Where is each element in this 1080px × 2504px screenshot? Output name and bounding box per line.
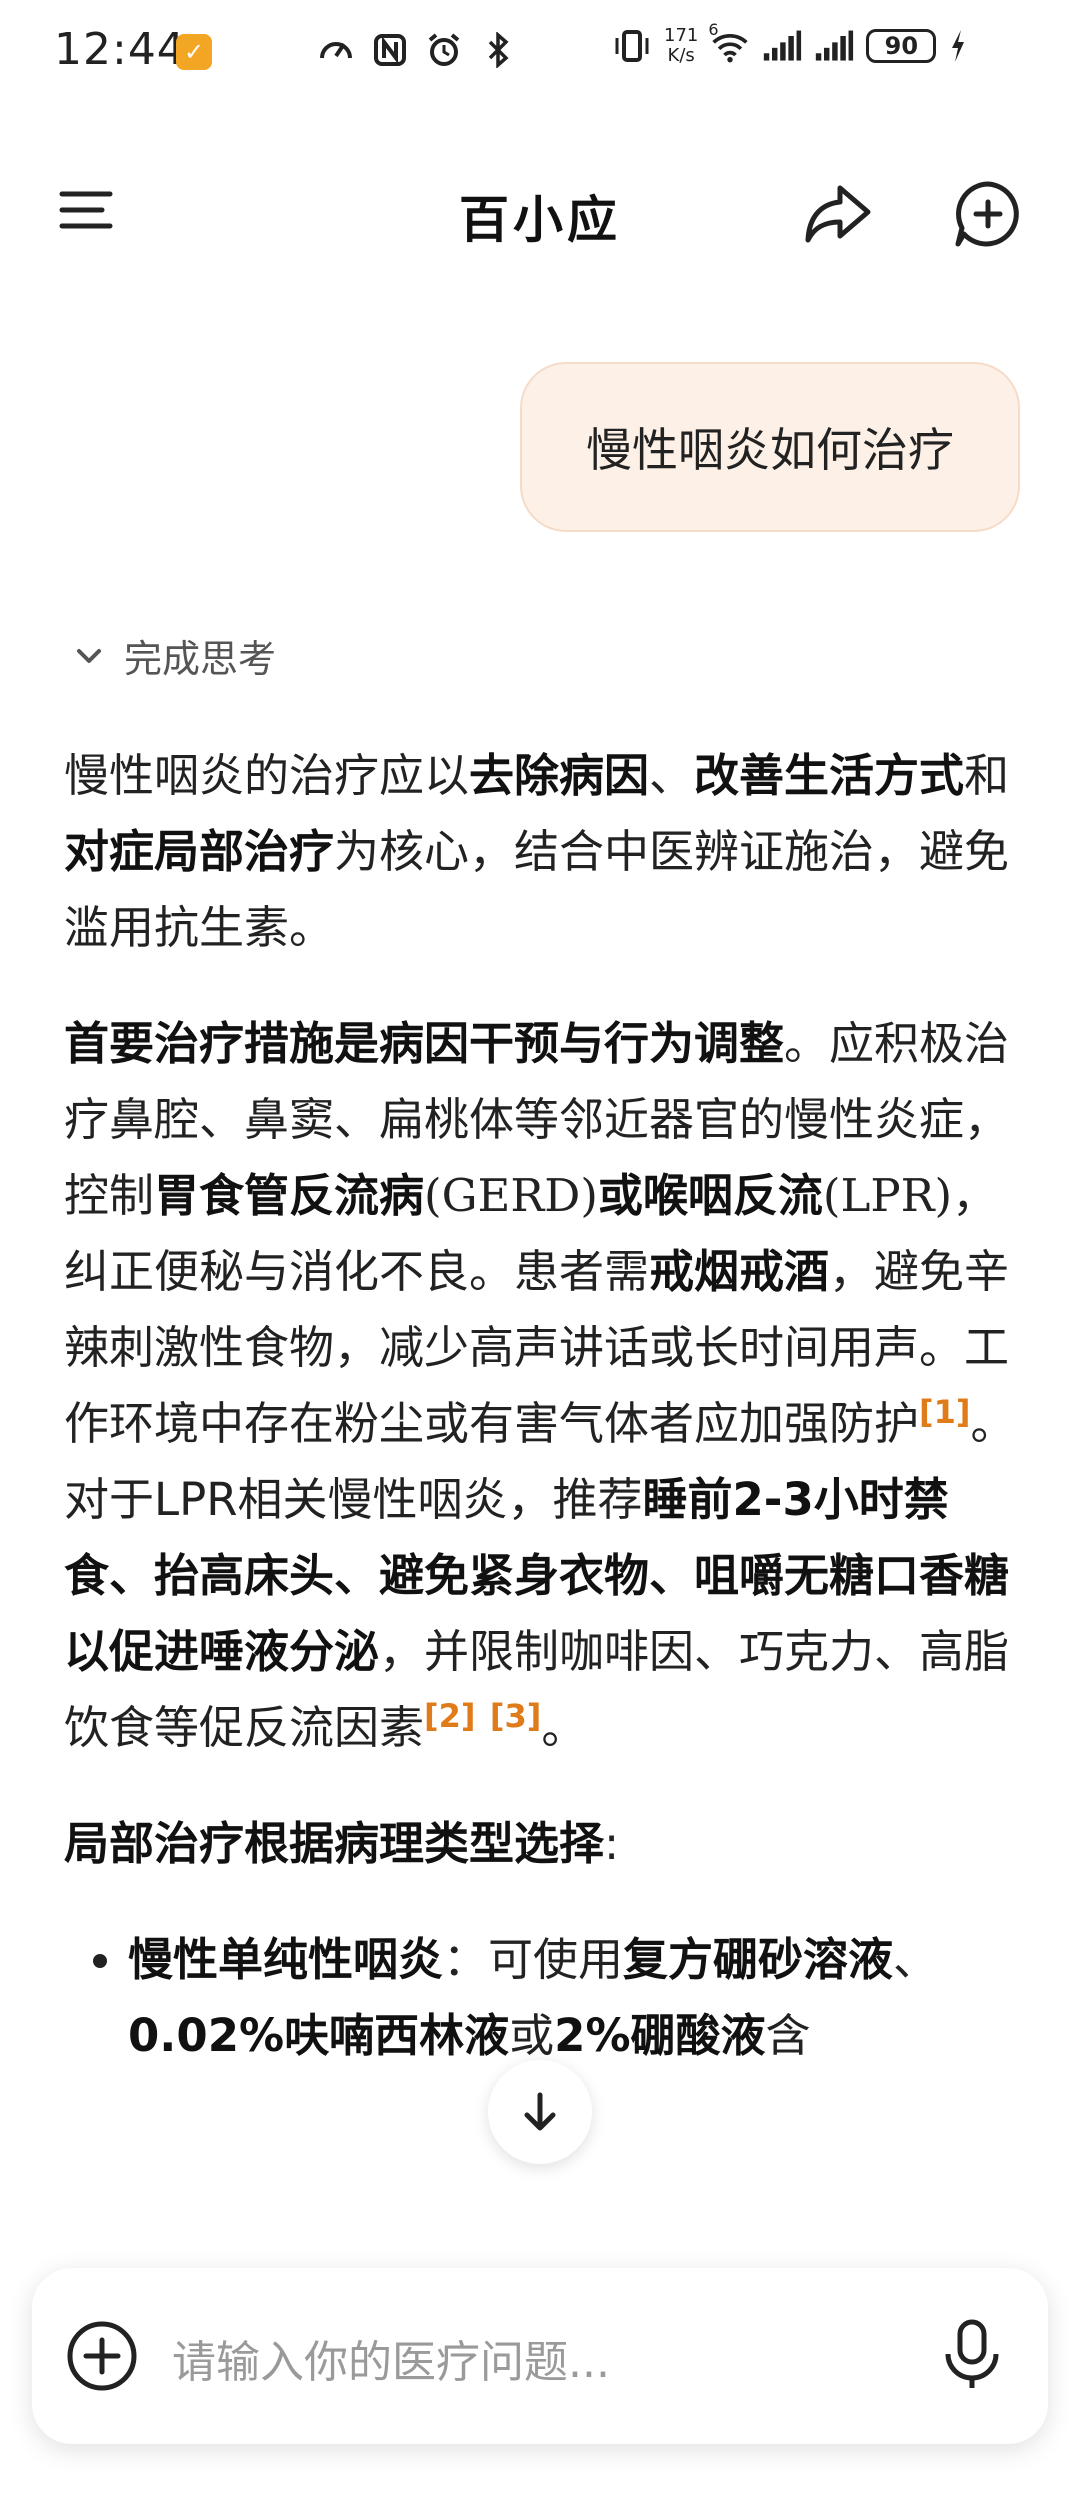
chat-input-bar: 请输入你的医疗问题... <box>32 2268 1048 2444</box>
answer-text: ：可使用 <box>443 1933 624 1986</box>
network-speed-unit: K/s <box>667 45 695 66</box>
answer-paragraph-3: 局部治疗根据病理类型选择: <box>64 1806 1024 1882</box>
arrow-down-icon <box>524 2092 556 2131</box>
answer-bold: 或喉咽反流 <box>597 1169 823 1222</box>
user-message-bubble[interactable]: 慢性咽炎如何治疗 <box>520 362 1020 532</box>
answer-bold: 首要治疗措施是病因干预与行为调整 <box>64 1017 785 1070</box>
status-icons-right: 171 K/s 6 90 <box>612 20 968 66</box>
wifi-generation: 6 <box>708 20 719 39</box>
alarm-icon <box>424 30 464 70</box>
charging-icon <box>948 26 968 66</box>
share-icon <box>805 185 871 243</box>
answer-bold: 复方硼砂溶液 <box>623 1933 894 1986</box>
answer-bold: 慢性单纯性咽炎 <box>128 1933 444 1986</box>
battery-indicator: 90 <box>866 29 937 63</box>
citation-ref-3[interactable]: [3] <box>490 1697 542 1735</box>
new-chat-icon <box>955 181 1019 247</box>
thinking-toggle[interactable]: 完成思考 <box>72 628 276 683</box>
assistant-answer: 慢性咽炎的治疗应以去除病因、改善生活方式和对症局部治疗为核心，结合中医辨证施治，… <box>64 738 1024 2074</box>
answer-text: 慢性咽炎的治疗应以 <box>64 749 470 802</box>
content-fade <box>0 2200 1080 2270</box>
thinking-label: 完成思考 <box>124 637 277 681</box>
network-speed-value: 171 <box>664 25 699 46</box>
share-button[interactable] <box>800 176 876 252</box>
answer-text: 、 <box>649 749 695 802</box>
answer-bold: 胃食管反流病 <box>154 1169 425 1222</box>
app-header: 百小应 <box>0 150 1080 270</box>
answer-bold: 戒烟戒酒 <box>649 1245 830 1298</box>
answer-text: (GERD) <box>424 1169 598 1222</box>
wifi-icon: 6 <box>708 20 750 66</box>
microphone-icon <box>945 2319 999 2388</box>
signal-sim2-icon <box>814 26 854 66</box>
bluetooth-icon <box>478 30 518 70</box>
chat-input[interactable]: 请输入你的医疗问题... <box>172 2326 610 2390</box>
answer-text: (LPR) <box>822 1169 953 1222</box>
answer-bold: 改善生活方式 <box>694 749 965 802</box>
answer-bold: 去除病因 <box>469 749 650 802</box>
vibrate-icon <box>612 26 652 66</box>
answer-text: 和 <box>964 749 1010 802</box>
scroll-to-bottom-button[interactable] <box>488 2060 592 2164</box>
chevron-down-icon <box>77 648 101 663</box>
answer-bullet-list: 慢性单纯性咽炎：可使用复方硼砂溶液、 0.02%呋喃西林液或2%硼酸液含 <box>64 1922 1024 2074</box>
attach-button[interactable] <box>62 2316 142 2396</box>
list-item: 慢性单纯性咽炎：可使用复方硼砂溶液、 0.02%呋喃西林液或2%硼酸液含 <box>128 1922 1024 2074</box>
answer-bold: 对症局部治疗 <box>64 825 335 878</box>
answer-text: 、 <box>893 1933 939 1986</box>
signal-sim1-icon <box>762 26 802 66</box>
gauge-icon <box>316 30 356 70</box>
nfc-icon <box>370 30 410 70</box>
new-chat-button[interactable] <box>950 176 1026 252</box>
citation-ref-1[interactable]: [1] <box>919 1393 971 1431</box>
answer-text: 。 <box>541 1701 587 1754</box>
answer-paragraph-2: 首要治疗措施是病因干预与行为调整。应积极治疗鼻腔、鼻窦、扁桃体等邻近器官的慢性炎… <box>64 1006 1024 1766</box>
app-title: 百小应 <box>459 191 621 249</box>
voice-input-button[interactable] <box>932 2314 1012 2394</box>
answer-paragraph-1: 慢性咽炎的治疗应以去除病因、改善生活方式和对症局部治疗为核心，结合中医辨证施治，… <box>64 738 1024 966</box>
status-bar: 12:44 ✓ 171 K/s 6 90 <box>0 0 1080 100</box>
status-time: 12:44 <box>54 24 186 75</box>
answer-bold: 0.02%呋喃西林液 <box>128 2009 510 2062</box>
plus-circle-icon <box>67 2321 137 2391</box>
citation-ref-2[interactable]: [2] <box>424 1697 476 1735</box>
notification-app-icon: ✓ <box>176 34 212 70</box>
answer-bold: 局部治疗根据病理类型选择 <box>64 1817 605 1870</box>
status-icons-left <box>316 30 518 70</box>
answer-text: 或 <box>509 2009 555 2062</box>
network-speed: 171 K/s <box>664 26 698 66</box>
answer-bold: 2%硼酸液 <box>554 2009 766 2062</box>
answer-text: : <box>604 1817 620 1870</box>
answer-text: 含 <box>765 2009 811 2062</box>
